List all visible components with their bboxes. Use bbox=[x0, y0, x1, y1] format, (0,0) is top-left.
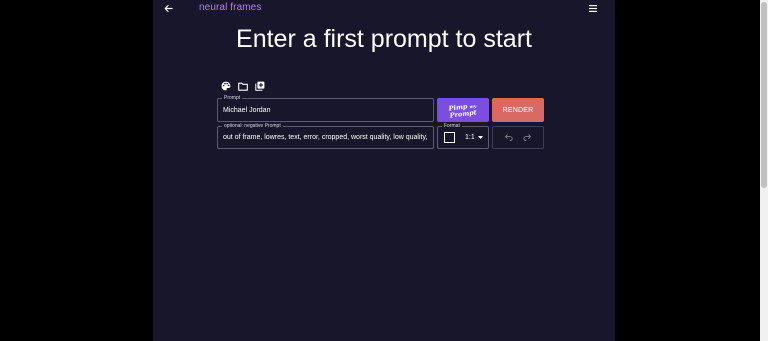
pimp-my-prompt-logo: Pimp my Prompt bbox=[448, 101, 478, 120]
add-to-library-button[interactable] bbox=[254, 80, 266, 92]
back-button[interactable] bbox=[161, 1, 175, 15]
palette-button[interactable] bbox=[220, 80, 232, 92]
history-controls bbox=[492, 126, 544, 149]
page-title: Enter a first prompt to start bbox=[236, 25, 532, 53]
undo-button[interactable] bbox=[502, 132, 514, 144]
top-bar: neural frames bbox=[153, 0, 615, 16]
prompt-input[interactable]: Michael Jordan bbox=[223, 99, 429, 121]
aspect-ratio-preview-icon bbox=[444, 132, 455, 143]
brand-logo[interactable]: neural frames bbox=[199, 2, 261, 13]
folder-icon bbox=[238, 82, 248, 91]
negative-prompt-input[interactable]: out of frame, lowres, text, error, cropp… bbox=[223, 127, 429, 148]
add-library-icon bbox=[255, 81, 265, 91]
format-selector: Format 1:1 bbox=[437, 122, 489, 149]
right-margin bbox=[615, 0, 768, 341]
left-margin bbox=[0, 0, 153, 341]
render-button[interactable]: RENDER bbox=[492, 98, 544, 122]
open-folder-button[interactable] bbox=[237, 80, 249, 92]
prompt-field[interactable]: Prompt Michael Jordan bbox=[217, 94, 434, 122]
menu-button[interactable] bbox=[587, 2, 599, 14]
aspect-ratio-value: 1:1 bbox=[465, 134, 475, 141]
undo-icon bbox=[505, 134, 513, 141]
aspect-ratio-select[interactable]: 1:1 bbox=[465, 132, 483, 143]
scrollbar[interactable] bbox=[760, 0, 768, 341]
chevron-down-icon bbox=[477, 136, 483, 139]
arrow-left-icon bbox=[164, 4, 173, 12]
scrollbar-thumb[interactable] bbox=[761, 2, 767, 188]
redo-button[interactable] bbox=[522, 132, 534, 144]
hamburger-menu-icon bbox=[589, 4, 597, 12]
app-frame: neural frames Enter a first prompt to st… bbox=[0, 0, 768, 341]
format-label: Format bbox=[442, 122, 462, 130]
prompt-toolbar bbox=[220, 80, 266, 94]
negative-prompt-field[interactable]: optional: negative Prompt out of frame, … bbox=[217, 122, 434, 149]
pimp-my-prompt-button[interactable]: Pimp my Prompt bbox=[437, 98, 489, 122]
redo-icon bbox=[523, 134, 531, 141]
palette-icon bbox=[221, 81, 231, 91]
